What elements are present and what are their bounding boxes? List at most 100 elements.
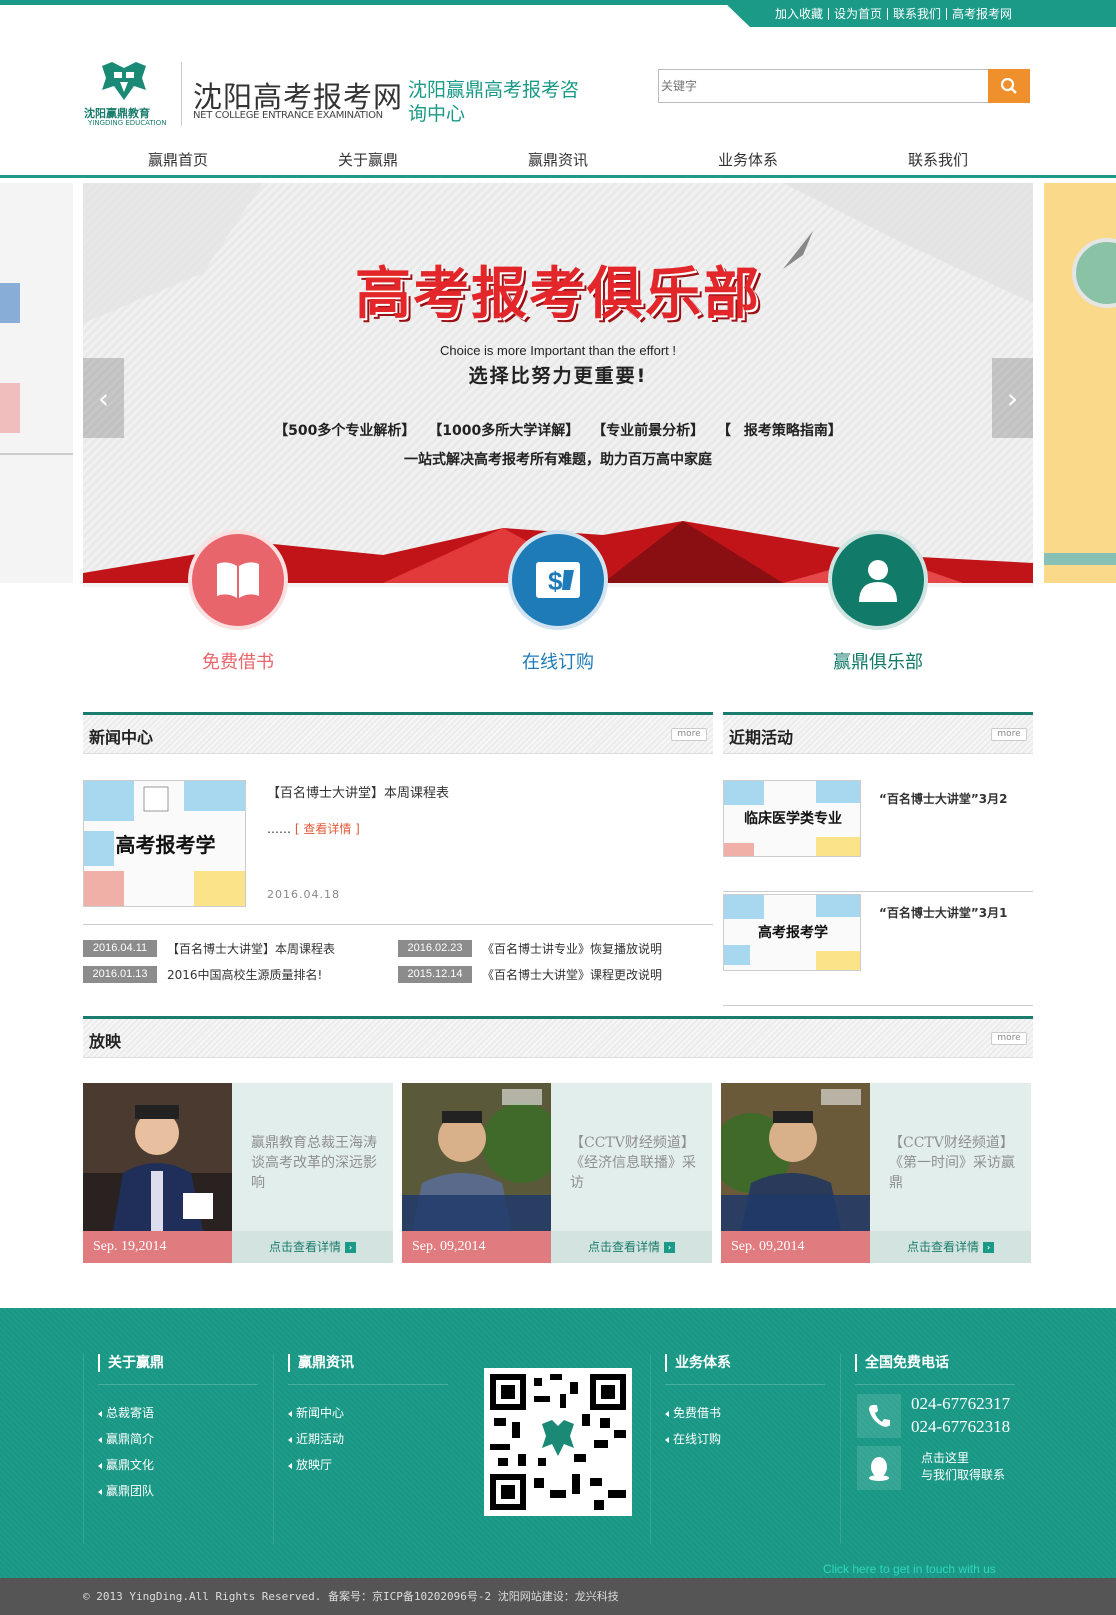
- logo-divider: [181, 62, 182, 126]
- footer-link[interactable]: 总裁寄语: [98, 1404, 154, 1421]
- video-date: Sep. 09,2014: [402, 1231, 551, 1263]
- video-thumbnail[interactable]: [402, 1083, 551, 1231]
- banner-description: 一站式解决高考报考所有难题，助力百万高中家庭: [404, 452, 712, 468]
- video-link-label: 点击查看详情: [906, 1240, 979, 1254]
- video-detail-link[interactable]: 点击查看详情 ›: [551, 1231, 712, 1263]
- news-list-item[interactable]: 2015.12.14 《百名博士大讲堂》课程更改说明: [398, 965, 662, 983]
- site-slogan: 沈阳赢鼎高考报考咨询中心: [408, 79, 580, 125]
- footer-link[interactable]: 免费借书: [665, 1404, 721, 1421]
- footer-col-rule: [288, 1384, 448, 1385]
- search-button[interactable]: [988, 69, 1030, 103]
- recent-more-button[interactable]: more: [991, 728, 1027, 741]
- prev-slide-peek: [0, 183, 73, 583]
- nav-business[interactable]: 业务体系: [653, 146, 843, 176]
- next-slide-peek: [1044, 183, 1116, 583]
- footer-link[interactable]: 放映厅: [288, 1456, 332, 1473]
- banner-prev-arrow[interactable]: ‹: [83, 358, 124, 438]
- order-icon-circle: $: [508, 530, 608, 630]
- footer-col-title: 关于赢鼎: [98, 1354, 164, 1372]
- news-list-item[interactable]: 2016.02.23 《百名博士讲专业》恢复播放说明: [398, 939, 662, 957]
- logo-en-text: YINGDING EDUCATION: [88, 119, 167, 127]
- footer-col-news: 赢鼎资讯 新闻中心 近期活动 放映厅: [273, 1354, 463, 1544]
- feature-free-book[interactable]: 免费借书: [83, 530, 383, 680]
- chevron-right-icon: ›: [1006, 381, 1019, 415]
- feature-club[interactable]: 赢鼎俱乐部: [723, 530, 1023, 680]
- recent-section-header: 近期活动 more: [723, 712, 1033, 754]
- nav-contact[interactable]: 联系我们: [843, 146, 1033, 176]
- footer-col-business: 业务体系 免费借书 在线订购: [650, 1354, 840, 1544]
- logo[interactable]: 沈阳赢鼎教育 YINGDING EDUCATION: [84, 62, 168, 128]
- news-item-title: 《百名博士讲专业》恢复播放说明: [482, 941, 663, 956]
- footer-col-title: 全国免费电话: [855, 1354, 949, 1372]
- banner-next-arrow[interactable]: ›: [992, 358, 1033, 438]
- video-card[interactable]: 【CCTV财经频道】《第一时间》采访赢鼎 Sep. 09,2014 点击查看详情…: [721, 1083, 1031, 1263]
- qr-code: [484, 1368, 632, 1516]
- footer-link[interactable]: 赢鼎团队: [98, 1482, 154, 1499]
- banner-cn-tagline: 选择比努力更重要!: [468, 365, 648, 387]
- contact-us-link[interactable]: 联系我们: [887, 7, 946, 20]
- set-homepage-link[interactable]: 设为首页: [828, 7, 887, 20]
- news-list-item[interactable]: 2016.04.11 【百名博士大讲堂】本周课程表: [83, 939, 335, 957]
- contact-line-1[interactable]: 点击这里: [921, 1450, 969, 1467]
- phone-number[interactable]: 024-67762317: [911, 1394, 1010, 1414]
- video-description: 【CCTV财经频道】《第一时间》采访赢鼎: [889, 1135, 1015, 1191]
- feature-row: 免费借书 $ 在线订购 赢鼎俱乐部: [83, 530, 1033, 690]
- news-section-title: 新闻中心: [89, 728, 154, 747]
- news-item-title: 《百名博士大讲堂》课程更改说明: [482, 967, 663, 982]
- video-card[interactable]: 【CCTV财经频道】《经济信息联播》采访 Sep. 09,2014 点击查看详情…: [402, 1083, 712, 1263]
- video-thumbnail[interactable]: [83, 1083, 232, 1231]
- video-detail-link[interactable]: 点击查看详情 ›: [232, 1231, 393, 1263]
- footer-link[interactable]: 在线订购: [665, 1430, 721, 1447]
- news-list-item[interactable]: 2016.01.13 2016中国高校生源质量排名!: [83, 965, 322, 983]
- video-section-header: 放映 more: [83, 1016, 1033, 1058]
- news-date-badge: 2016.02.23: [398, 939, 472, 957]
- video-more-button[interactable]: more: [991, 1032, 1027, 1045]
- contact-en-link[interactable]: Click here to get in touch with us: [823, 1562, 996, 1576]
- recent-thumb: 临床医学类专业: [723, 780, 861, 857]
- news-divider: [83, 924, 713, 925]
- footer-link[interactable]: 近期活动: [288, 1430, 344, 1447]
- feature-online-order[interactable]: $ 在线订购: [403, 530, 703, 680]
- footer-link[interactable]: 新闻中心: [288, 1404, 344, 1421]
- video-detail-link[interactable]: 点击查看详情 ›: [870, 1231, 1031, 1263]
- footer-col-title: 业务体系: [665, 1354, 731, 1372]
- footer-link[interactable]: 赢鼎文化: [98, 1456, 154, 1473]
- news-feature-summary: …… [ 查看详情 ]: [267, 820, 360, 837]
- copyright-bar: © 2013 YingDing.All Rights Reserved. 备案号…: [0, 1578, 1116, 1615]
- recent-item-title: “百名博士大讲堂”3月1: [879, 906, 1008, 920]
- news-more-button[interactable]: more: [671, 728, 707, 741]
- footer-col-about: 关于赢鼎 总裁寄语 赢鼎简介 赢鼎文化 赢鼎团队: [83, 1354, 273, 1544]
- open-book-icon: [217, 562, 259, 598]
- contact-line-2[interactable]: 与我们取得联系: [921, 1467, 1005, 1484]
- add-favorite-link[interactable]: 加入收藏: [770, 8, 828, 20]
- news-item-title: 【百名博士大讲堂】本周课程表: [167, 941, 336, 956]
- news-date-badge: 2015.12.14: [398, 965, 472, 983]
- recent-activity-item[interactable]: 临床医学类专业 “百名博士大讲堂”3月2: [723, 780, 1033, 892]
- phone-number[interactable]: 024-67762318: [911, 1417, 1010, 1437]
- news-date-badge: 2016.01.13: [83, 965, 157, 983]
- nav-about[interactable]: 关于赢鼎: [273, 146, 463, 176]
- banner-tags: 【500多个专业解析】 【1000多所大学详解】 【专业前景分析】 【 报考策略…: [274, 423, 842, 439]
- hero-banner: 高考报考俱乐部 Choice is more Important than th…: [83, 183, 1033, 583]
- feature-label: 赢鼎俱乐部: [833, 652, 923, 673]
- news-feature-title[interactable]: 【百名博士大讲堂】本周课程表: [267, 782, 449, 801]
- phone-icon: [857, 1394, 901, 1438]
- nav-news[interactable]: 赢鼎资讯: [463, 146, 653, 176]
- news-feature-more-link[interactable]: [ 查看详情 ]: [295, 822, 360, 836]
- arrow-right-icon: ›: [664, 1242, 675, 1253]
- news-date-badge: 2016.04.11: [83, 939, 157, 957]
- recent-activity-item[interactable]: 高考报考学 “百名博士大讲堂”3月1: [723, 894, 1033, 1006]
- qq-icon[interactable]: [857, 1446, 901, 1490]
- search-input[interactable]: [659, 70, 989, 102]
- video-thumbnail[interactable]: [721, 1083, 870, 1231]
- news-feature-image[interactable]: 高考报考学: [83, 780, 246, 907]
- footer-col-rule: [665, 1384, 825, 1385]
- banner-en-tagline: Choice is more Important than the effort…: [439, 343, 677, 358]
- nav-underline: [0, 175, 1116, 178]
- nav-home[interactable]: 赢鼎首页: [83, 146, 273, 176]
- footer-col-hotline: 全国免费电话 024-67762317 024-67762318 点击这里 与我…: [840, 1354, 1033, 1544]
- footer-link[interactable]: 赢鼎简介: [98, 1430, 154, 1447]
- video-date: Sep. 09,2014: [721, 1231, 870, 1263]
- gaokao-site-link[interactable]: 高考报考网: [946, 7, 1017, 20]
- video-card[interactable]: 赢鼎教育总裁王海涛谈高考改革的深远影响 Sep. 19,2014 点击查看详情 ›: [83, 1083, 393, 1263]
